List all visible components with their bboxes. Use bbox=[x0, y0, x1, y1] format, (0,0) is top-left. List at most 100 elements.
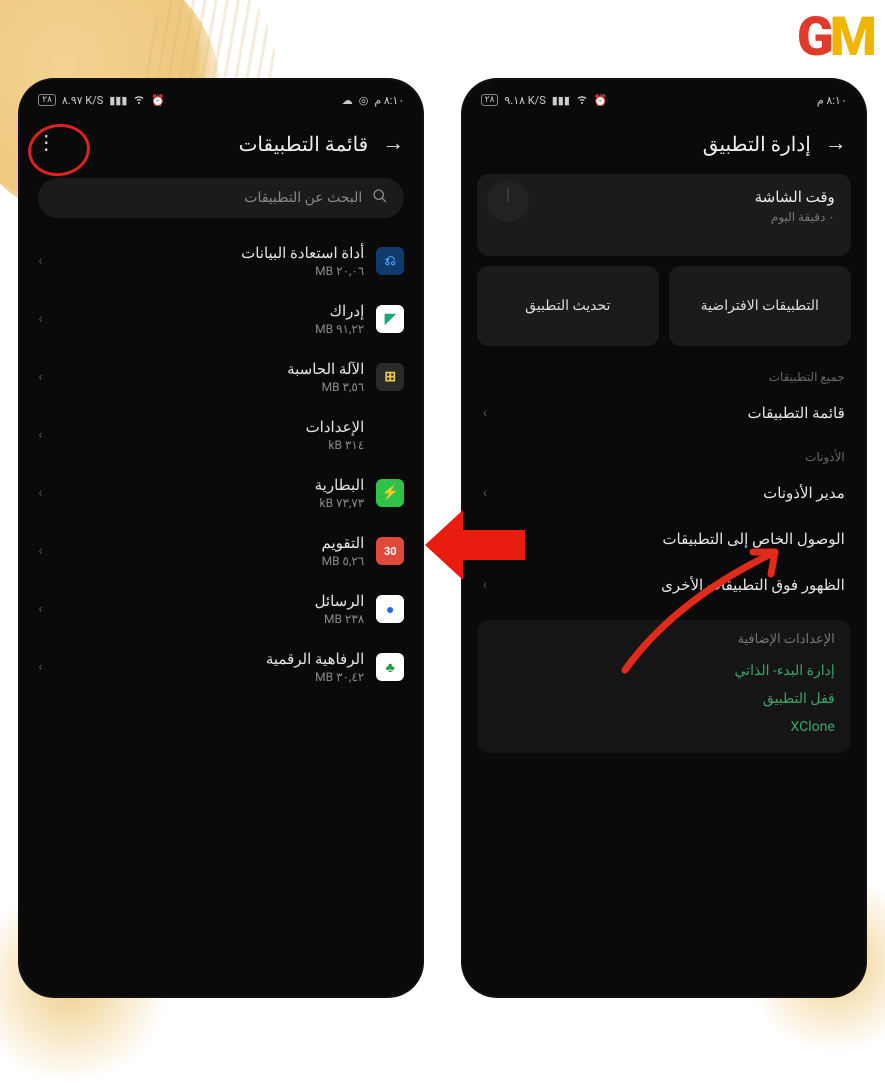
chevron-icon: ‹ bbox=[38, 659, 42, 675]
app-row[interactable]: ⚡ البطارية ٧٣,٧٣ kB ‹ bbox=[20, 464, 422, 522]
alarm-icon: ⏰ bbox=[594, 94, 608, 107]
card-label: تحديث التطبيق bbox=[525, 298, 610, 314]
app-icon: 30 bbox=[376, 537, 404, 565]
chevron-icon: ‹ bbox=[483, 485, 487, 501]
more-menu-button[interactable]: ⋮ bbox=[36, 130, 56, 154]
app-list: ⎌ أداة استعادة البيانات ٢٠,٠٦ MB ‹ ◤ إدراك ٩١,… bbox=[20, 232, 422, 696]
app-size: ٧٣,٧٣ kB bbox=[54, 496, 364, 510]
app-name: البطارية bbox=[54, 476, 364, 494]
cloud-icon: ☁ bbox=[342, 94, 353, 107]
clock-text: ٨:١٠ م bbox=[374, 94, 404, 107]
app-text: أداة استعادة البيانات ٢٠,٠٦ MB bbox=[54, 244, 364, 278]
card-sub: ٠ دقيقة اليوم bbox=[493, 210, 835, 224]
app-size: ٩١,٢٢ MB bbox=[54, 322, 364, 336]
app-text: الآلة الحاسبة ٣,٥٦ MB bbox=[54, 360, 364, 394]
app-row[interactable]: ♣ الرفاهية الرقمية ٣٠,٤٢ MB ‹ bbox=[20, 638, 422, 696]
chevron-icon: ‹ bbox=[38, 601, 42, 617]
header: → إدارة التطبيق bbox=[463, 114, 865, 164]
search-icon bbox=[372, 188, 388, 208]
app-row[interactable]: ⊞ الآلة الحاسبة ٣,٥٦ MB ‹ bbox=[20, 348, 422, 406]
app-name: الآلة الحاسبة bbox=[54, 360, 364, 378]
wifi-icon bbox=[576, 93, 588, 108]
chevron-icon: ‹ bbox=[483, 577, 487, 593]
back-icon[interactable]: → bbox=[825, 133, 847, 155]
page-title: قائمة التطبيقات bbox=[239, 132, 369, 156]
net-speed: ٨.٩٧ K/S bbox=[62, 94, 103, 107]
row-special-access[interactable]: الوصول الخاص إلى التطبيقات ‹ bbox=[463, 516, 865, 562]
app-name: الرسائل bbox=[54, 592, 364, 610]
link-auto-start[interactable]: إدارة البدء- الذاتي bbox=[493, 657, 835, 685]
app-text: إدراك ٩١,٢٢ MB bbox=[54, 302, 364, 336]
phone-left: ٢٨ ٨.٩٧ K/S ▮▮▮ ⏰ ☁ ◎ ٨:١٠ م → قائمة الت… bbox=[20, 80, 422, 996]
chevron-icon: ‹ bbox=[38, 427, 42, 443]
header: → قائمة التطبيقات bbox=[20, 114, 422, 164]
app-icon: ⎌ bbox=[376, 247, 404, 275]
card-screen-time[interactable]: وقت الشاشة ٠ دقيقة اليوم bbox=[477, 174, 851, 256]
app-name: الإعدادات bbox=[54, 418, 364, 436]
status-bar: ٢٨ ٩.١٨ K/S ▮▮▮ ⏰ ٨:١٠ م bbox=[463, 80, 865, 114]
app-size: ٢٣٨ MB bbox=[54, 612, 364, 626]
instagram-icon: ◎ bbox=[359, 94, 369, 107]
app-icon: ● bbox=[376, 595, 404, 623]
section-all-apps: جميع التطبيقات bbox=[463, 356, 865, 390]
chevron-icon: ‹ bbox=[483, 531, 487, 547]
extra-title: الإعدادات الإضافية bbox=[493, 632, 835, 647]
chevron-icon: ‹ bbox=[38, 485, 42, 501]
gm-logo: GM bbox=[797, 6, 873, 69]
row-label: قائمة التطبيقات bbox=[747, 404, 844, 422]
page-title: إدارة التطبيق bbox=[703, 132, 811, 156]
row-overlay[interactable]: الظهور فوق التطبيقات الأخرى ‹ bbox=[463, 562, 865, 608]
app-size: ٣١٤ kB bbox=[54, 438, 364, 452]
link-xclone[interactable]: XClone bbox=[493, 713, 835, 741]
app-text: الرفاهية الرقمية ٣٠,٤٢ MB bbox=[54, 650, 364, 684]
app-text: الرسائل ٢٣٨ MB bbox=[54, 592, 364, 626]
logo-g: G bbox=[797, 6, 830, 69]
row-label: الوصول الخاص إلى التطبيقات bbox=[662, 530, 844, 548]
app-row[interactable]: الإعدادات ٣١٤ kB ‹ bbox=[20, 406, 422, 464]
alarm-icon: ⏰ bbox=[151, 94, 165, 107]
app-size: ٣٠,٤٢ MB bbox=[54, 670, 364, 684]
net-speed: ٩.١٨ K/S bbox=[504, 94, 545, 107]
app-name: التقويم bbox=[54, 534, 364, 552]
chevron-icon: ‹ bbox=[38, 253, 42, 269]
signal-icon: ▮▮▮ bbox=[109, 94, 127, 107]
row-label: مدير الأذونات bbox=[763, 484, 845, 502]
back-icon[interactable]: → bbox=[382, 133, 404, 155]
app-row[interactable]: ◤ إدراك ٩١,٢٢ MB ‹ bbox=[20, 290, 422, 348]
app-row[interactable]: ⎌ أداة استعادة البيانات ٢٠,٠٦ MB ‹ bbox=[20, 232, 422, 290]
row-permission-manager[interactable]: مدير الأذونات ‹ bbox=[463, 470, 865, 516]
row-label: الظهور فوق التطبيقات الأخرى bbox=[661, 576, 845, 594]
card-update-app[interactable]: تحديث التطبيق bbox=[477, 266, 659, 346]
battery-badge: ٢٨ bbox=[38, 94, 56, 106]
app-icon: ◤ bbox=[376, 305, 404, 333]
chevron-icon: ‹ bbox=[38, 369, 42, 385]
app-icon: ⊞ bbox=[376, 363, 404, 391]
search-placeholder: البحث عن التطبيقات bbox=[244, 190, 362, 206]
section-permissions: الأذونات bbox=[463, 436, 865, 470]
chevron-icon: ‹ bbox=[38, 311, 42, 327]
wifi-icon bbox=[133, 93, 145, 108]
card-title: وقت الشاشة bbox=[493, 188, 835, 206]
app-text: البطارية ٧٣,٧٣ kB bbox=[54, 476, 364, 510]
app-name: الرفاهية الرقمية bbox=[54, 650, 364, 668]
signal-icon: ▮▮▮ bbox=[552, 94, 570, 107]
link-app-lock[interactable]: قفل التطبيق bbox=[493, 685, 835, 713]
app-icon: ⚡ bbox=[376, 479, 404, 507]
status-bar: ٢٨ ٨.٩٧ K/S ▮▮▮ ⏰ ☁ ◎ ٨:١٠ م bbox=[20, 80, 422, 114]
battery-badge: ٢٨ bbox=[481, 94, 499, 106]
clock-text: ٨:١٠ م bbox=[817, 94, 847, 107]
app-row[interactable]: 30التقويم٥,٢٦ MB‹ bbox=[20, 522, 422, 580]
app-row[interactable]: ● الرسائل ٢٣٨ MB ‹ bbox=[20, 580, 422, 638]
card-default-apps[interactable]: التطبيقات الافتراضية bbox=[669, 266, 851, 346]
app-icon: ♣ bbox=[376, 653, 404, 681]
row-app-list[interactable]: قائمة التطبيقات ‹ bbox=[463, 390, 865, 436]
app-name: أداة استعادة البيانات bbox=[54, 244, 364, 262]
app-text: الإعدادات ٣١٤ kB bbox=[54, 418, 364, 452]
app-name: إدراك bbox=[54, 302, 364, 320]
extra-settings-card: الإعدادات الإضافية إدارة البدء- الذاتي ق… bbox=[477, 620, 851, 753]
app-size: ٢٠,٠٦ MB bbox=[54, 264, 364, 278]
search-input[interactable]: البحث عن التطبيقات bbox=[38, 178, 404, 218]
app-size: ٣,٥٦ MB bbox=[54, 380, 364, 394]
card-label: التطبيقات الافتراضية bbox=[701, 298, 819, 314]
clock-icon bbox=[487, 180, 529, 222]
